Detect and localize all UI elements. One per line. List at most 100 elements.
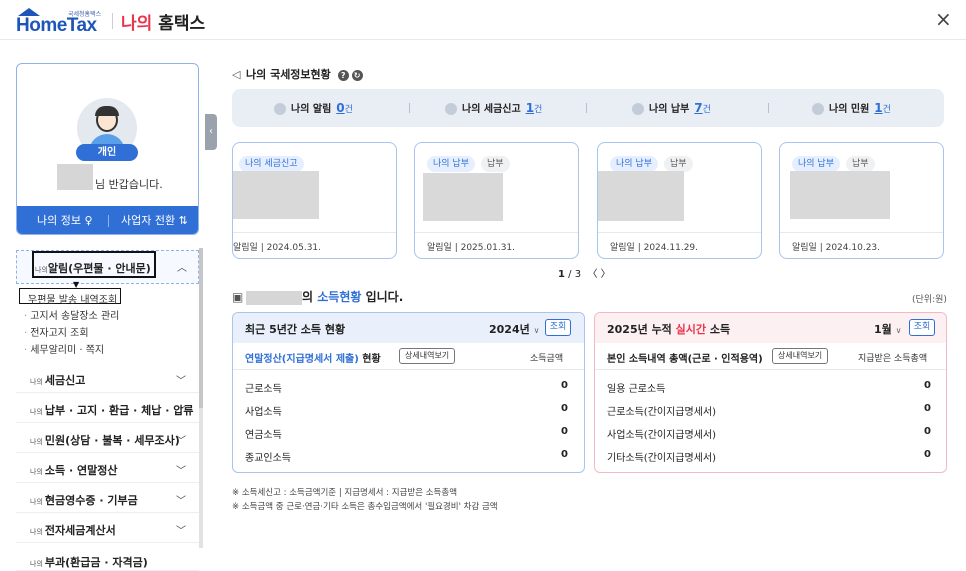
submenu-label: 세무알리미 · 쪽지 [30, 345, 105, 356]
app-header: 국세청홈택스 HomeTax 나의 홈택스 × [0, 0, 966, 40]
sidebar-item-civil-affairs[interactable]: 나의 민원(상담 · 불복 · 세무조사) ﹀ [16, 423, 199, 453]
collapse-sidebar-button[interactable]: ‹ [205, 114, 217, 150]
chevron-down-icon: ﹀ [176, 496, 186, 507]
chevron-left-icon[interactable]: 〈 [587, 269, 597, 280]
chevron-up-icon: ︿ [177, 263, 187, 274]
sidebar-item-assessment[interactable]: 나의 부과(환급금 · 자격금) [16, 543, 199, 571]
status-label: 나의 납부 [649, 104, 690, 115]
status-count[interactable]: 7 [694, 101, 702, 115]
row-label: 기타소득(간이지급명세서) [607, 453, 717, 464]
menu-prefix: 나의 [30, 468, 43, 476]
chevron-down-icon: ∨ [895, 326, 902, 335]
menu-label: 현금영수증 · 기부금 [44, 494, 138, 507]
date-label: 알림일 [610, 243, 635, 253]
status-label: 나의 알림 [291, 104, 332, 115]
card-tag: 납부 [664, 156, 693, 172]
row-label: 종교인소득 [245, 453, 291, 464]
chevron-down-icon: ﹀ [176, 526, 186, 537]
megaphone-icon: ◁ [232, 68, 241, 81]
wallet-icon: ▣ [232, 290, 244, 304]
bell-icon [274, 103, 286, 115]
panel-title: 최근 5년간 소득 현황 [245, 323, 346, 336]
income-title-link[interactable]: 소득현황 [317, 290, 361, 304]
status-count[interactable]: 1 [874, 101, 882, 115]
status-title-text: 나의 국세정보현황 [246, 68, 331, 81]
table-row: 일용 근로소득 0 [595, 375, 946, 397]
submenu-label: 고지서 송달장소 관리 [30, 311, 120, 322]
footnotes: ※ 소득세신고 : 소득금액기준 | 지급명세서 : 지급받은 소득총액 ※ 소… [232, 486, 498, 514]
clipboard-icon [812, 103, 824, 115]
year-select[interactable]: 2024년 ∨ [489, 321, 539, 337]
sidebar-item-notifications[interactable]: 나의알림(우편물 · 안내문) ︿ [16, 250, 199, 284]
status-notifications[interactable]: 나의 알림 0건 [274, 100, 353, 115]
month-select[interactable]: 1월 ∨ [874, 321, 901, 337]
my-info-button[interactable]: 나의 정보 ♀ [37, 206, 93, 234]
row-label: 사업소득(간이지급명세서) [607, 430, 717, 441]
row-value: 0 [924, 380, 931, 391]
menu-label: 민원(상담 · 불복 · 세무조사) [44, 434, 180, 447]
detail-view-button[interactable]: 상세내역보기 [399, 348, 456, 364]
sidebar-item-cash-receipt[interactable]: 나의 현금영수증 · 기부금 ﹀ [16, 483, 199, 513]
chevron-left-icon: ‹ [209, 126, 213, 137]
row-label: 사업소득 [245, 407, 282, 418]
row-label: 근로소득 [245, 384, 282, 395]
notification-card[interactable]: 나의 납부 납부 알림일 | 2024.11.29. [597, 142, 762, 259]
blurred-user-name [246, 290, 302, 305]
submenu-tax-alert[interactable]: · 세무알리미 · 쪽지 [24, 341, 104, 356]
switch-icon: ⇅ [178, 214, 188, 227]
query-button[interactable]: 조회 [909, 319, 935, 336]
scrollbar-thumb[interactable] [199, 248, 203, 408]
close-icon[interactable]: × [935, 9, 952, 29]
document-icon [445, 103, 457, 115]
status-civil-affairs[interactable]: 나의 민원 1건 [812, 100, 891, 115]
sidebar-item-payment[interactable]: 나의 납부 · 고지 · 환급 · 체납 · 압류 ﹀ [16, 393, 199, 423]
chevron-right-icon[interactable]: 〉 [601, 269, 611, 280]
blurred-user-name [57, 164, 93, 190]
sidebar-scrollbar[interactable] [199, 248, 203, 548]
menu-label: 소득 · 연말정산 [44, 464, 118, 477]
user-type-badge: 개인 [76, 144, 138, 161]
submenu-delivery-address[interactable]: · 고지서 송달장소 관리 [24, 307, 119, 322]
sidebar-item-income[interactable]: 나의 소득 · 연말정산 ﹀ [16, 453, 199, 483]
row-value: 0 [924, 403, 931, 414]
pager-current: 1 [558, 269, 565, 280]
month-value: 1월 [874, 323, 892, 336]
notification-card[interactable]: 나의 납부 납부 알림일 | 2025.01.31. [414, 142, 579, 259]
card-date: 2024.10.23. [825, 243, 881, 253]
page-title-rest: 홈택스 [152, 14, 206, 34]
help-icon[interactable]: ? [337, 69, 349, 81]
detail-view-button[interactable]: 상세내역보기 [772, 348, 829, 364]
menu-prefix: 나의 [30, 498, 43, 506]
blurred-content [598, 171, 684, 221]
status-count[interactable]: 0 [336, 101, 344, 115]
status-count[interactable]: 1 [526, 101, 534, 115]
refresh-icon[interactable]: ↻ [351, 69, 363, 81]
menu-prefix: 나의 [30, 438, 43, 446]
sub-title-rest: 현황 [358, 354, 381, 365]
status-tax-filing[interactable]: 나의 세금신고 1건 [445, 100, 542, 115]
notification-card[interactable]: 나의 납부 납부 알림일 | 2024.10.23. [779, 142, 944, 259]
status-payment[interactable]: 나의 납부 7건 [632, 100, 711, 115]
row-value: 0 [561, 403, 568, 414]
chevron-down-icon: ﹀ [176, 466, 186, 477]
pager-total: / 3 [568, 269, 582, 280]
submenu-mail-history[interactable]: · 우편물 발송 내역조회 [19, 288, 121, 306]
submenu-label: 우편물 발송 내역조회 [28, 295, 118, 306]
sidebar-item-label: 나의알림(우편물 · 안내문) [35, 260, 151, 276]
submenu-e-notice[interactable]: · 전자고지 조회 [24, 324, 89, 339]
menu-label: 부과(환급금 · 자격금) [44, 556, 148, 569]
menu-label: 납부 · 고지 · 환급 · 체납 · 압류 [44, 404, 194, 417]
notification-card[interactable]: 나의 세금신고 알림일 | 2024.05.31. [232, 142, 397, 259]
card-pager: 1 / 3 〈 〉 [558, 265, 611, 280]
switch-business-button[interactable]: 사업자 전환 ⇅ [121, 206, 188, 234]
date-label: 알림일 [792, 243, 817, 253]
sidebar-item-tax-filing[interactable]: 나의 세금신고 ﹀ [16, 363, 199, 393]
query-button[interactable]: 조회 [545, 319, 571, 336]
realtime-label: 실시간 [675, 323, 707, 336]
footnote: ※ 소득세신고 : 소득금액기준 | 지급명세서 : 지급받은 소득총액 [232, 488, 458, 498]
greeting-text: 님 반갑습니다. [95, 178, 163, 191]
card-tag: 납부 [846, 156, 875, 172]
sidebar-item-e-invoice[interactable]: 나의 전자세금계산서 ﹀ [16, 513, 199, 543]
menu-prefix: 나의 [30, 528, 43, 536]
year-end-settlement-link[interactable]: 연말정산(지급명세서 제출) [245, 354, 359, 365]
